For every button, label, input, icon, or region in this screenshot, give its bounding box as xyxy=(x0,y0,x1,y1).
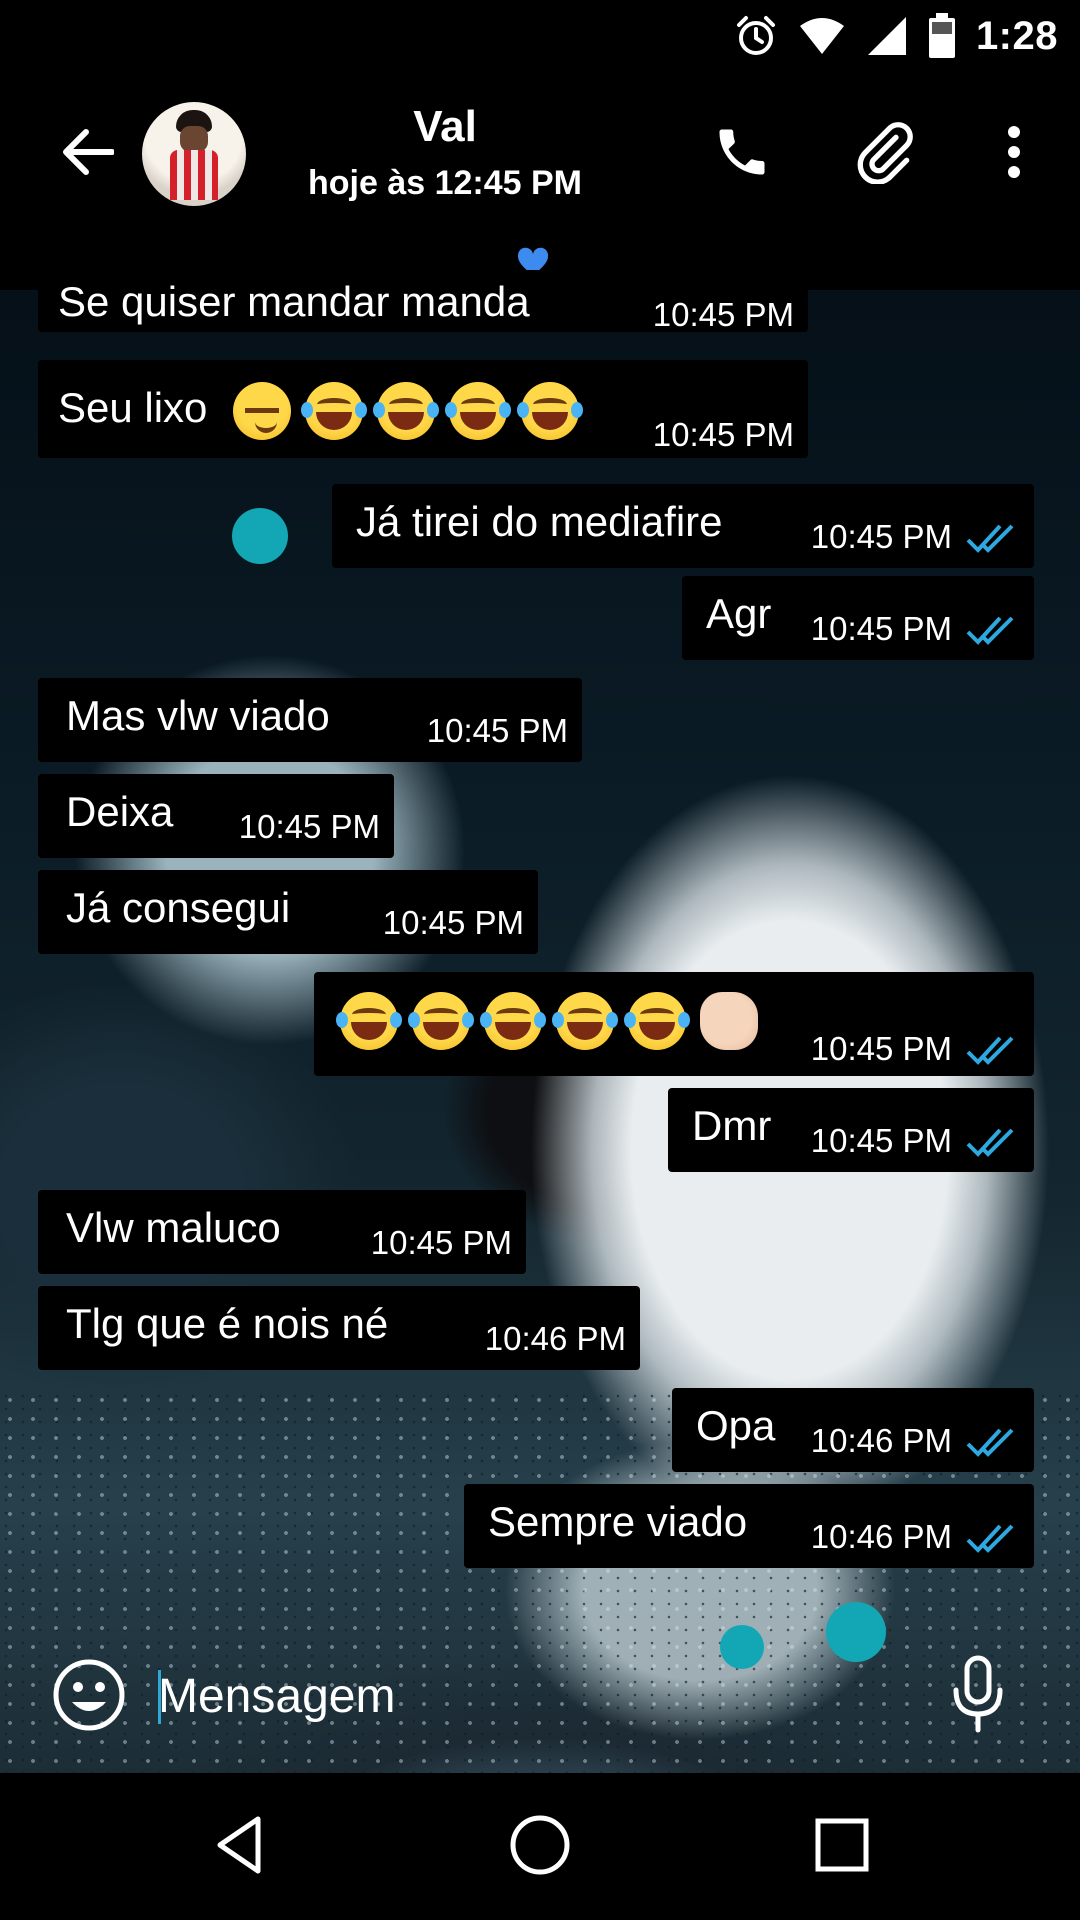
message-time: 10:45 PM xyxy=(810,1030,952,1067)
message-bubble-outgoing[interactable]: Já tirei do mediafire 10:45 PM xyxy=(332,484,1034,568)
message-text: Dmr xyxy=(692,1102,772,1149)
message-text: Deixa xyxy=(66,788,174,835)
message-text-content: Seu lixo xyxy=(58,384,208,432)
message-time: 10:45 PM xyxy=(810,610,952,647)
laughing-emoji-icon xyxy=(408,992,474,1050)
call-button[interactable] xyxy=(706,116,778,188)
double-check-icon xyxy=(966,616,1014,645)
more-vert-icon xyxy=(1008,126,1020,178)
clock-text: 1:28 xyxy=(975,13,1058,58)
message-text: Sempre viado xyxy=(488,1498,748,1545)
message-text: Já tirei do mediafire xyxy=(356,498,723,545)
message-text: Se quiser mandar manda xyxy=(58,278,530,325)
message-time: 10:45 PM xyxy=(652,296,794,333)
paperclip-icon xyxy=(857,122,913,184)
system-navigation-bar xyxy=(0,1773,1080,1920)
message-text: Já consegui xyxy=(66,884,291,931)
message-text: Opa xyxy=(696,1402,776,1449)
double-check-icon xyxy=(966,1524,1014,1553)
nav-home-icon[interactable] xyxy=(508,1813,572,1877)
message-time: 10:46 PM xyxy=(810,1518,952,1555)
message-bubble-incoming[interactable]: Se quiser mandar manda 10:45 PM xyxy=(38,270,808,333)
laughing-emoji-icon xyxy=(517,382,584,440)
laughing-emoji-icon xyxy=(301,382,368,440)
message-text: Vlw maluco xyxy=(66,1204,281,1251)
message-time: 10:45 PM xyxy=(382,904,524,941)
message-compose-bar xyxy=(0,1640,1080,1770)
message-bubble-outgoing[interactable]: 10:45 PM xyxy=(314,972,1034,1076)
double-check-icon xyxy=(966,1428,1014,1457)
message-text: Agr xyxy=(706,590,772,637)
microphone-icon[interactable] xyxy=(948,1654,1008,1734)
message-bubble-incoming[interactable]: Seu lixo 10:45 PM xyxy=(38,360,808,458)
double-check-icon xyxy=(966,524,1014,553)
message-bubble-outgoing[interactable]: Dmr 10:45 PM xyxy=(668,1088,1034,1172)
double-check-icon xyxy=(966,1036,1014,1065)
laughing-emoji-icon xyxy=(336,992,402,1050)
phone-icon xyxy=(719,129,765,175)
double-check-icon xyxy=(966,1128,1014,1157)
signal-icon xyxy=(867,17,906,55)
nav-back-icon[interactable] xyxy=(208,1813,272,1877)
nav-recents-icon[interactable] xyxy=(810,1813,874,1877)
laughing-emoji-icon xyxy=(480,992,546,1050)
smirk-emoji-icon xyxy=(233,382,292,440)
message-time: 10:45 PM xyxy=(810,1122,952,1159)
status-bar: 1:28 xyxy=(0,0,1080,72)
message-bubble-incoming[interactable]: Vlw maluco 10:45 PM xyxy=(38,1190,526,1274)
attach-button[interactable] xyxy=(848,116,920,188)
wifi-icon xyxy=(799,18,844,54)
message-bubble-outgoing[interactable]: Opa 10:46 PM xyxy=(672,1388,1034,1472)
message-bubble-outgoing[interactable]: Agr 10:45 PM xyxy=(682,576,1034,660)
message-time: 10:45 PM xyxy=(370,1224,512,1261)
message-time: 10:46 PM xyxy=(484,1320,626,1357)
message-bubble-incoming[interactable]: Deixa 10:45 PM xyxy=(38,774,394,858)
arrow-back-icon xyxy=(63,129,114,175)
last-seen-text: hoje às 12:45 PM xyxy=(307,164,582,202)
laughing-emoji-icon xyxy=(624,992,690,1050)
message-time: 10:46 PM xyxy=(810,1422,952,1459)
laughing-emoji-icon xyxy=(552,992,618,1050)
emoji-face-icon[interactable] xyxy=(52,1658,126,1732)
message-text xyxy=(336,992,772,1050)
laughing-emoji-icon xyxy=(445,382,512,440)
message-text: Tlg que é nois né xyxy=(66,1300,389,1347)
message-bubble-outgoing[interactable]: Sempre viado 10:46 PM xyxy=(464,1484,1034,1568)
more-options-button[interactable] xyxy=(990,116,1038,188)
message-bubble-incoming[interactable]: Já consegui 10:45 PM xyxy=(38,870,538,954)
message-text: Seu lixo xyxy=(58,382,593,440)
message-text: Mas vlw viado xyxy=(66,692,330,739)
laughing-emoji-icon xyxy=(373,382,440,440)
message-bubble-incoming[interactable]: Tlg que é nois né 10:46 PM xyxy=(38,1286,640,1370)
message-time: 10:45 PM xyxy=(652,416,794,453)
message-input[interactable] xyxy=(158,1660,898,1732)
battery-icon xyxy=(928,13,955,58)
message-bubble-incoming[interactable]: Mas vlw viado 10:45 PM xyxy=(38,678,582,762)
alarm-icon xyxy=(736,16,775,55)
status-icons: 1:28 xyxy=(734,10,1058,62)
avatar[interactable] xyxy=(142,102,246,206)
wallpaper-detail xyxy=(232,508,288,564)
fist-bump-emoji-icon xyxy=(700,992,758,1050)
message-time: 10:45 PM xyxy=(426,712,568,749)
contact-name[interactable]: Val xyxy=(300,102,590,152)
message-time: 10:45 PM xyxy=(810,518,952,555)
back-button[interactable] xyxy=(52,116,124,188)
message-time: 10:45 PM xyxy=(238,808,380,845)
